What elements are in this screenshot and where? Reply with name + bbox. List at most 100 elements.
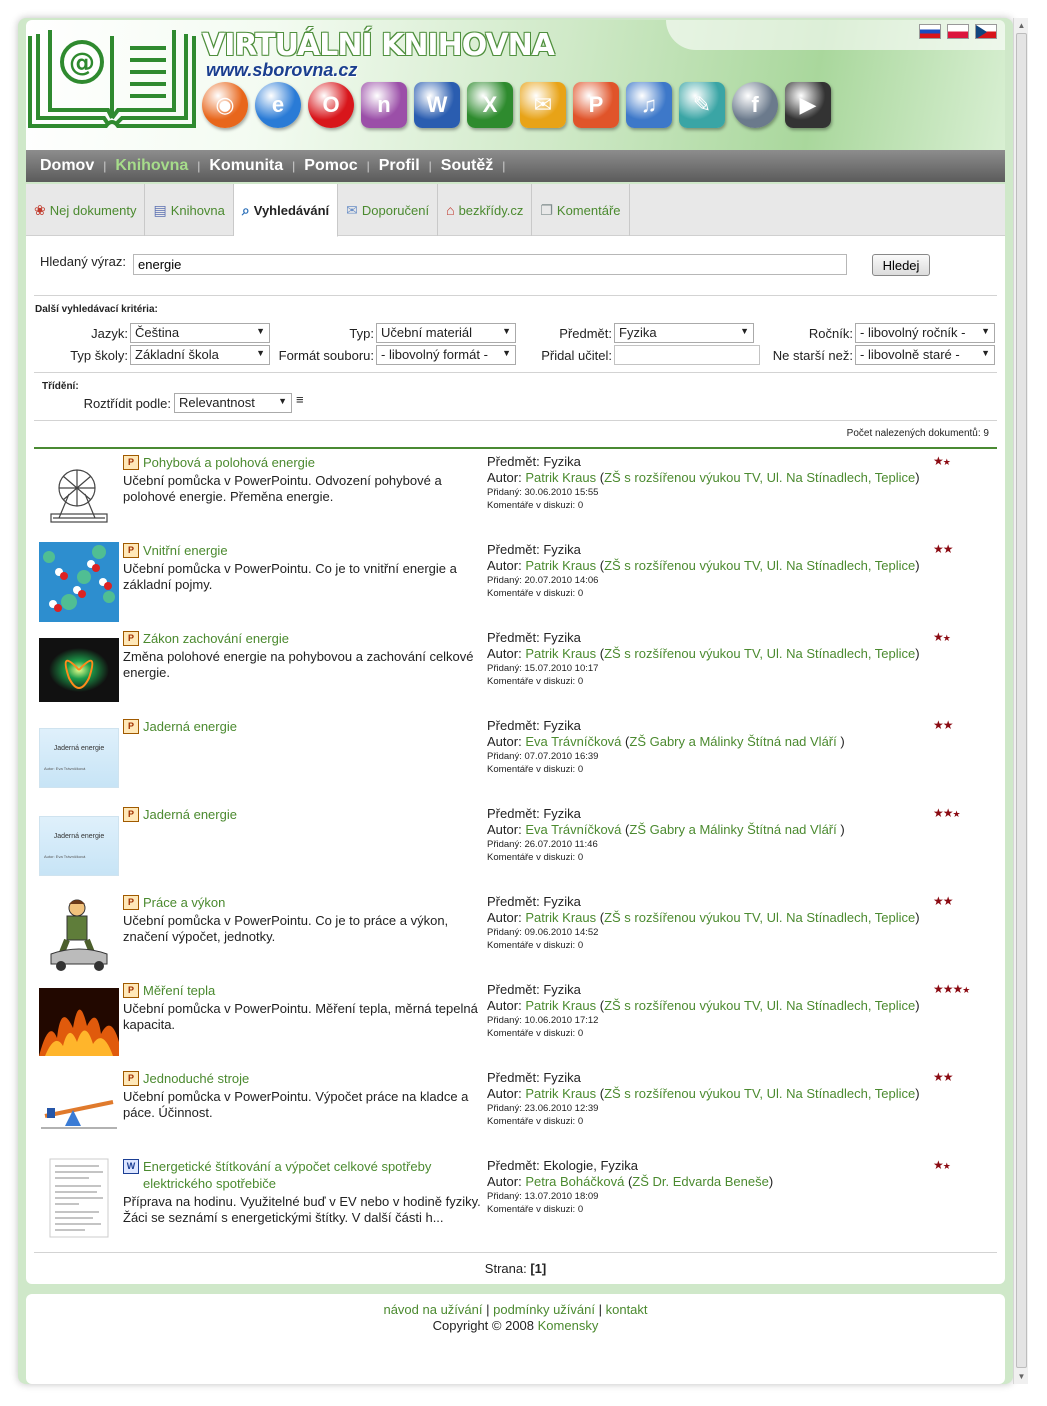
slovak-flag-icon[interactable] (919, 24, 941, 39)
subject-select[interactable]: Fyzika ▼ (614, 323, 754, 343)
result-title-link[interactable]: Vnitřní energie (143, 542, 228, 559)
result-title-link[interactable]: Práce a výkon (143, 894, 225, 911)
scroll-down-arrow-icon[interactable]: ▼ (1014, 1369, 1029, 1384)
result-description: Učební pomůcka v PowerPointu. Co je to v… (123, 561, 457, 592)
author-link[interactable]: Patrik Kraus (525, 998, 596, 1013)
onenote-icon[interactable]: n (361, 82, 407, 128)
result-title-link[interactable]: Jaderná energie (143, 806, 237, 823)
book-logo-icon[interactable]: @ (26, 26, 198, 130)
result-title-link[interactable]: Jaderná energie (143, 718, 237, 735)
result-subject: Předmět: Fyzika (487, 718, 581, 733)
pager-current-page[interactable]: [1] (530, 1261, 546, 1276)
result-title-link[interactable]: Pohybová a polohová energie (143, 454, 315, 471)
excel-icon[interactable]: X (467, 82, 513, 128)
author-link[interactable]: Eva Trávníčková (525, 734, 621, 749)
result-comments-count[interactable]: Komentáře v diskuzi: 0 (487, 851, 937, 864)
tab-1[interactable]: ❀ Nej dokumenty (26, 184, 146, 236)
result-title-link[interactable]: Energetické štítkování a výpočet celkové… (143, 1158, 483, 1192)
nav-item-knihovna[interactable]: Knihovna (115, 157, 188, 175)
scroll-up-arrow-icon[interactable]: ▲ (1014, 18, 1029, 33)
footer-link-manual[interactable]: návod na užívání (383, 1302, 482, 1317)
footer-link-contact[interactable]: kontakt (606, 1302, 648, 1317)
tab-4[interactable]: ✉ Doporučení (338, 184, 439, 236)
avi-video-icon[interactable]: ▶ (785, 82, 831, 128)
sort-direction-icon[interactable]: ≡ (296, 393, 304, 407)
tab-2[interactable]: ▤ Knihovna (145, 184, 234, 236)
site-url[interactable]: www.sborovna.cz (206, 60, 357, 81)
result-comments-count[interactable]: Komentáře v diskuzi: 0 (487, 587, 937, 600)
nav-item-komunita[interactable]: Komunita (209, 157, 283, 175)
outlook-icon[interactable]: ✉ (520, 82, 566, 128)
tab-5[interactable]: ⌂ bezkřídy.cz (438, 184, 533, 236)
result-thumbnail[interactable]: Jaderná energie Autor: Eva Trávníčková (39, 806, 119, 886)
publisher-icon[interactable]: ✎ (679, 82, 725, 128)
nav-item-pomoc[interactable]: Pomoc (304, 157, 357, 175)
result-comments-count[interactable]: Komentáře v diskuzi: 0 (487, 763, 937, 776)
result-thumbnail[interactable] (39, 454, 119, 534)
school-link[interactable]: ZŠ s rozšířenou výukou TV, Ul. Na Stínad… (604, 998, 915, 1013)
result-thumbnail[interactable] (39, 542, 119, 622)
nav-item-profil[interactable]: Profil (379, 157, 420, 175)
czech-flag-icon[interactable] (975, 24, 997, 39)
result-title-link[interactable]: Zákon zachování energie (143, 630, 289, 647)
school-link[interactable]: ZŠ s rozšířenou výukou TV, Ul. Na Stínad… (604, 1086, 915, 1101)
language-select[interactable]: Čeština ▼ (130, 323, 270, 343)
footer-link-terms[interactable]: podmínky užívání (493, 1302, 595, 1317)
polish-flag-icon[interactable] (947, 24, 969, 39)
result-comments-count[interactable]: Komentáře v diskuzi: 0 (487, 1027, 937, 1040)
powerpoint-icon[interactable]: P (573, 82, 619, 128)
author-link[interactable]: Petra Boháčková (525, 1174, 624, 1189)
author-link[interactable]: Patrik Kraus (525, 646, 596, 661)
internet-explorer-icon[interactable]: e (255, 82, 301, 128)
type-select[interactable]: Učební materiál ▼ (376, 323, 516, 343)
result-comments-count[interactable]: Komentáře v diskuzi: 0 (487, 1115, 937, 1128)
result-item: P Zákon zachování energie Změna polohové e… (38, 630, 988, 718)
author-link[interactable]: Patrik Kraus (525, 1086, 596, 1101)
result-meta: Předmět: Fyzika Autor: Patrik Kraus (ZŠ s… (487, 894, 937, 952)
result-thumbnail[interactable] (39, 894, 119, 974)
copyright-brand-link[interactable]: Komensky (538, 1318, 599, 1333)
nav-item-domov[interactable]: Domov (40, 157, 94, 175)
result-thumbnail[interactable] (39, 982, 119, 1062)
result-thumbnail[interactable] (39, 630, 119, 710)
school-type-select[interactable]: Základní škola ▼ (130, 345, 270, 365)
sort-select[interactable]: Relevantnost ▼ (174, 393, 292, 413)
author-link[interactable]: Patrik Kraus (525, 558, 596, 573)
result-title-link[interactable]: Jednoduché stroje (143, 1070, 249, 1087)
search-input[interactable] (133, 254, 847, 275)
tab-3[interactable]: ⌕ Vyhledávání (233, 184, 339, 237)
flash-icon[interactable]: f (732, 82, 778, 128)
word-icon[interactable]: W (414, 82, 460, 128)
school-link[interactable]: ZŠ Gabry a Málinky Štítná nad Vláří (629, 822, 840, 837)
tab-6[interactable]: ❐ Komentáře (532, 184, 630, 236)
itunes-icon[interactable]: ♫ (626, 82, 672, 128)
result-comments-count[interactable]: Komentáře v diskuzi: 0 (487, 939, 937, 952)
result-thumbnail[interactable] (39, 1070, 119, 1150)
search-button[interactable]: Hledej (872, 254, 930, 276)
nav-item-soutěž[interactable]: Soutěž (441, 157, 493, 175)
school-link[interactable]: ZŠ s rozšířenou výukou TV, Ul. Na Stínad… (604, 646, 915, 661)
school-link[interactable]: ZŠ s rozšířenou výukou TV, Ul. Na Stínad… (604, 910, 915, 925)
max-age-select[interactable]: - libovolně staré - ▼ (855, 345, 995, 365)
author-link[interactable]: Patrik Kraus (525, 910, 596, 925)
opera-icon[interactable]: O (308, 82, 354, 128)
school-link[interactable]: ZŠ s rozšířenou výukou TV, Ul. Na Stínad… (604, 470, 915, 485)
result-thumbnail[interactable]: Jaderná energie Autor: Eva Trávníčková (39, 718, 119, 798)
result-thumbnail[interactable] (39, 1158, 119, 1238)
file-format-select[interactable]: - libovolný formát - ▼ (376, 345, 516, 365)
result-main: P Pohybová a polohová energie Učební pomůc… (123, 454, 483, 505)
school-link[interactable]: ZŠ Gabry a Málinky Štítná nad Vláří (629, 734, 840, 749)
result-comments-count[interactable]: Komentáře v diskuzi: 0 (487, 1203, 937, 1216)
school-link[interactable]: ZŠ s rozšířenou výukou TV, Ul. Na Stínad… (604, 558, 915, 573)
firefox-icon[interactable]: ◉ (202, 82, 248, 128)
author-link[interactable]: Patrik Kraus (525, 470, 596, 485)
grade-select[interactable]: - libovolný ročník - ▼ (855, 323, 995, 343)
school-link[interactable]: ZŠ Dr. Edvarda Beneše (632, 1174, 769, 1189)
scrollbar-thumb[interactable] (1016, 33, 1027, 1368)
result-comments-count[interactable]: Komentáře v diskuzi: 0 (487, 499, 937, 512)
result-comments-count[interactable]: Komentáře v diskuzi: 0 (487, 675, 937, 688)
result-title-link[interactable]: Měření tepla (143, 982, 215, 999)
vertical-scrollbar[interactable]: ▲ ▼ (1013, 18, 1028, 1384)
author-link[interactable]: Eva Trávníčková (525, 822, 621, 837)
teacher-input[interactable] (614, 345, 760, 365)
